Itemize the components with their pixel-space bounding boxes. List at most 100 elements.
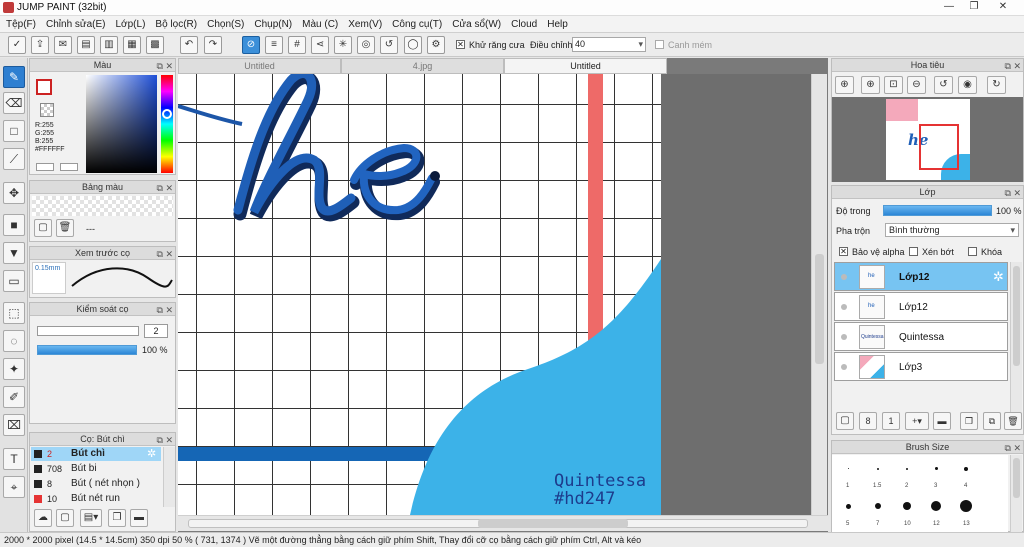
- document-canvas[interactable]: Quintessa #hd247: [178, 74, 661, 515]
- zoom-actual-icon[interactable]: ⊡: [884, 76, 903, 94]
- layer-row[interactable]: he Lớp12 ✲: [834, 262, 1008, 291]
- color-mode-button[interactable]: [36, 163, 54, 171]
- alpha-protect-checkbox[interactable]: ✕: [839, 247, 848, 256]
- menu-color[interactable]: Màu (C): [302, 19, 338, 30]
- layer-opacity-slider[interactable]: [883, 205, 992, 216]
- grid-snap-icon[interactable]: #: [288, 36, 306, 54]
- brush-size-dot[interactable]: [931, 501, 941, 511]
- gradient-tool-icon[interactable]: ▭: [3, 270, 25, 292]
- menu-filter[interactable]: Bộ lọc(R): [155, 19, 197, 30]
- adjust-select[interactable]: 40 ▾: [572, 37, 646, 52]
- layer-row[interactable]: Quintessa Quintessa: [834, 322, 1008, 351]
- page-icon[interactable]: ▥: [100, 36, 118, 54]
- panel-float-close-icon[interactable]: ⧉ ✕: [157, 434, 173, 446]
- panel-float-close-icon[interactable]: ⧉ ✕: [157, 182, 173, 194]
- vertical-scroll-thumb[interactable]: [815, 254, 824, 364]
- menu-window[interactable]: Cửa sổ(W): [452, 19, 501, 30]
- brush-size-dot[interactable]: [877, 468, 879, 470]
- curve-icon[interactable]: ↺: [380, 36, 398, 54]
- antialias-checkbox[interactable]: ✕: [456, 40, 465, 49]
- layers-scroll-thumb[interactable]: [1013, 266, 1020, 366]
- export-icon[interactable]: ⇪: [31, 36, 49, 54]
- undo-icon[interactable]: ↶: [180, 36, 198, 54]
- navigator-view-rect[interactable]: [919, 124, 959, 170]
- brush-size-dot[interactable]: [903, 502, 911, 510]
- brush-size-slider[interactable]: [37, 326, 139, 336]
- brush-opacity-slider[interactable]: [37, 345, 137, 355]
- rotate-reset-icon[interactable]: ◉: [958, 76, 977, 94]
- delete-layer-icon[interactable]: 🗑: [1004, 412, 1022, 430]
- panel-float-close-icon[interactable]: ⧉ ✕: [157, 60, 173, 72]
- cloud-brush-icon[interactable]: ☁: [34, 509, 52, 527]
- close-icon[interactable]: ✕: [992, 0, 1014, 14]
- menu-tools[interactable]: Công cụ(T): [392, 19, 442, 30]
- concentric-icon[interactable]: ◎: [357, 36, 375, 54]
- clip-checkbox[interactable]: [909, 247, 918, 256]
- visibility-icon[interactable]: [841, 334, 847, 340]
- lasso-tool-icon[interactable]: ◌: [3, 330, 25, 352]
- tab-untitled-2[interactable]: Untitled: [504, 58, 667, 74]
- new-brush-icon[interactable]: ▢: [56, 509, 74, 527]
- canvas-vertical-scrollbar[interactable]: [811, 74, 827, 515]
- layer-folder-icon[interactable]: ▬: [933, 412, 951, 430]
- navigator-viewport[interactable]: he: [832, 97, 1023, 182]
- panel-float-close-icon[interactable]: ⧉ ✕: [1005, 187, 1021, 199]
- visibility-icon[interactable]: [841, 364, 847, 370]
- hue-handle[interactable]: [162, 109, 172, 119]
- speech-icon[interactable]: ▤: [77, 36, 95, 54]
- redo-icon[interactable]: ↷: [204, 36, 222, 54]
- magic-wand-tool-icon[interactable]: ✦: [3, 358, 25, 380]
- brush-item-shaky-pen[interactable]: 10 Bút nét run: [31, 492, 161, 506]
- foreground-color-swatch[interactable]: [36, 79, 52, 95]
- menu-layer[interactable]: Lớp(L): [116, 19, 146, 30]
- menu-edit[interactable]: Chỉnh sửa(E): [46, 19, 106, 30]
- zoom-out-icon[interactable]: ⊖: [907, 76, 926, 94]
- brush-size-scroll-thumb[interactable]: [1013, 458, 1020, 498]
- copy-brush-icon[interactable]: ❐: [108, 509, 126, 527]
- new-1bit-layer-icon[interactable]: 1: [882, 412, 900, 430]
- comment-icon[interactable]: ✉: [54, 36, 72, 54]
- layers-scrollbar[interactable]: [1010, 262, 1022, 412]
- menu-select[interactable]: Chọn(S): [207, 19, 244, 30]
- duplicate-layer-icon[interactable]: ❐: [960, 412, 978, 430]
- rotate-left-icon[interactable]: ↺: [934, 76, 953, 94]
- trash-icon[interactable]: 🗑: [56, 219, 74, 237]
- cloud-sync-icon[interactable]: ✓: [8, 36, 26, 54]
- brush-menu-icon[interactable]: ▤▾: [80, 509, 102, 527]
- radial-icon[interactable]: ✳: [334, 36, 352, 54]
- select-eraser-tool-icon[interactable]: ⌧: [3, 414, 25, 436]
- brush-item-ballpoint[interactable]: 708 Bút bi: [31, 462, 161, 476]
- maximize-icon[interactable]: ❐: [963, 0, 985, 14]
- panel-float-close-icon[interactable]: ⧉ ✕: [157, 248, 173, 260]
- move-tool-icon[interactable]: ✥: [3, 182, 25, 204]
- visibility-icon[interactable]: [841, 304, 847, 310]
- layer-row[interactable]: Lớp3: [834, 352, 1008, 381]
- menu-help[interactable]: Help: [547, 19, 568, 30]
- brush-size-dot[interactable]: [935, 467, 938, 470]
- rectangle-tool-icon[interactable]: □: [3, 120, 25, 142]
- panel-float-close-icon[interactable]: ⧉ ✕: [1005, 60, 1021, 72]
- tab-4jpg[interactable]: 4.jpg: [341, 58, 504, 74]
- menu-file[interactable]: Tệp(F): [6, 19, 36, 30]
- minimize-icon[interactable]: —: [938, 0, 960, 14]
- brush-settings-gear-icon[interactable]: ✲: [147, 447, 156, 460]
- text-tool-icon[interactable]: T: [3, 448, 25, 470]
- brush-size-dot[interactable]: [875, 503, 881, 509]
- brush-size-dot[interactable]: [964, 467, 968, 471]
- background-color-swatch[interactable]: [40, 103, 54, 117]
- color-swap-button[interactable]: [60, 163, 78, 171]
- brush-list-scrollbar[interactable]: [163, 447, 175, 507]
- add-layer-menu-icon[interactable]: +▾: [905, 412, 929, 430]
- snap-off-icon[interactable]: ⊘: [242, 36, 260, 54]
- snap-checkbox[interactable]: [655, 40, 664, 49]
- bucket-tool-icon[interactable]: ▼: [3, 242, 25, 264]
- saturation-value-picker[interactable]: [86, 75, 157, 173]
- tab-untitled-1[interactable]: Untitled: [178, 58, 341, 74]
- perspective-icon[interactable]: ⋖: [311, 36, 329, 54]
- brush-size-input[interactable]: 2: [144, 324, 168, 338]
- merge-layer-icon[interactable]: ⧉: [983, 412, 1001, 430]
- brush-item-sharp-pen[interactable]: 8 Bút ( nét nhọn ): [31, 477, 161, 491]
- panel-float-close-icon[interactable]: ⧉ ✕: [157, 304, 173, 316]
- brush-item-pencil[interactable]: 2 Bút chì ✲: [31, 447, 161, 461]
- brush-size-grid[interactable]: 1 1.5 2 3 4 5 7 10 12 13: [832, 455, 1008, 532]
